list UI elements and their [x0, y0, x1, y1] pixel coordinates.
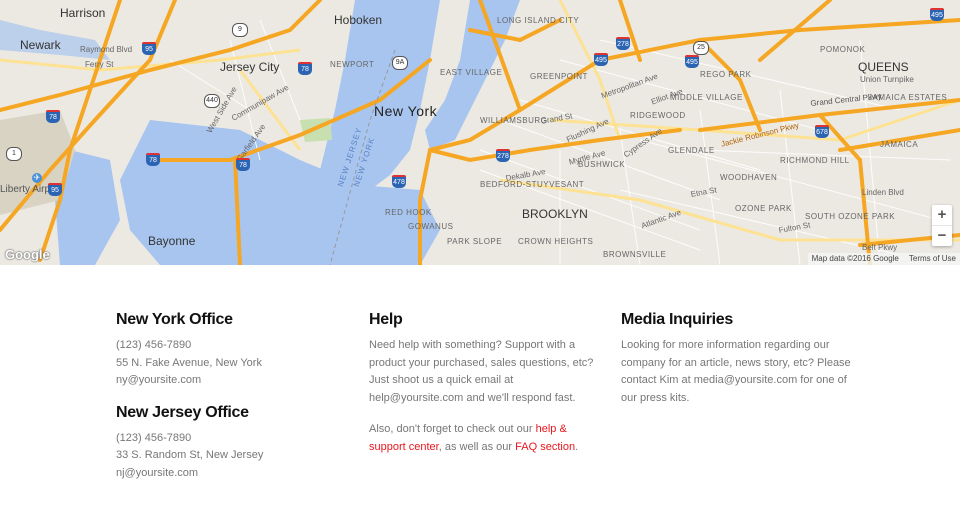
- route-shield: 9A: [392, 56, 408, 70]
- help-extra-end: .: [575, 440, 579, 453]
- map-label: Linden Blvd: [862, 188, 904, 197]
- interstate-shield: 495: [930, 8, 944, 21]
- media-text-line: contact Kim at media@yoursite.com for on…: [621, 374, 847, 386]
- map-label: NEWPORT: [330, 60, 375, 69]
- help-text-line: help@yoursite.com and we'll respond fast…: [369, 391, 576, 404]
- google-logo[interactable]: Google: [5, 247, 50, 262]
- map-label: GREENPOINT: [530, 72, 588, 81]
- media-text-line: company for an article, news story, etc?…: [621, 356, 851, 369]
- map-label: Union Turnpike: [860, 75, 914, 84]
- faq-link[interactable]: FAQ section: [515, 441, 575, 453]
- interstate-shield: 78: [46, 110, 60, 123]
- interstate-shield: 78: [236, 158, 250, 171]
- map-label: RED HOOK: [385, 208, 432, 217]
- map-label: WOODHAVEN: [720, 173, 778, 182]
- map-label: Bayonne: [148, 234, 196, 248]
- nj-office-address: 33 S. Random St, New Jersey: [116, 449, 264, 461]
- map-label: POMONOK: [820, 45, 866, 54]
- interstate-shield: 95: [48, 183, 62, 196]
- interstate-shield: 478: [392, 175, 406, 188]
- help-text-line: Just shoot us a quick email at: [369, 374, 514, 386]
- map-label: Ferry St: [85, 60, 114, 69]
- map[interactable]: Harrison Newark Raymond Blvd Ferry St Ho…: [0, 0, 960, 265]
- route-shield: 9: [232, 23, 248, 37]
- map-label: OZONE PARK: [735, 204, 792, 213]
- map-label: Newark: [20, 38, 61, 52]
- nj-office-phone: (123) 456-7890: [116, 431, 192, 444]
- nj-office-title: New Jersey Office: [116, 403, 249, 421]
- map-label: LONG ISLAND CITY: [497, 16, 580, 25]
- route-shield: 25: [693, 41, 709, 55]
- map-attribution: Map data ©2016 Google Terms of Use: [807, 253, 960, 265]
- map-label: Harrison: [60, 6, 106, 20]
- map-label: CROWN HEIGHTS: [518, 237, 594, 246]
- ny-office-title: New York Office: [116, 311, 233, 328]
- hudson-river: [320, 0, 440, 190]
- map-label: EAST VILLAGE: [440, 68, 503, 77]
- terms-of-use-link[interactable]: Terms of Use: [909, 254, 956, 263]
- map-label: BEDFORD-STUYVESANT: [480, 180, 585, 189]
- interstate-shield: 78: [298, 62, 312, 75]
- media-text-line: our press kits.: [621, 391, 690, 404]
- map-label: BROWNSVILLE: [603, 250, 667, 259]
- zoom-control: + −: [932, 205, 952, 246]
- map-label: GLENDALE: [668, 146, 715, 155]
- help-link-part: help &: [535, 423, 567, 435]
- map-label: RIDGEWOOD: [630, 111, 686, 120]
- route-shield: 440: [204, 94, 220, 108]
- map-data-text: Map data ©2016 Google: [811, 254, 899, 263]
- map-label: New York: [374, 103, 438, 119]
- help-text-line: Need help with something? Support with a: [369, 339, 576, 351]
- media-column: Media Inquiries Looking for more informa…: [621, 311, 861, 407]
- help-extra-middle: , as well as our: [438, 440, 516, 453]
- interstate-shield: 495: [594, 53, 608, 66]
- help-title: Help: [369, 311, 403, 328]
- interstate-shield: 78: [146, 153, 160, 166]
- map-label: JAMAICA: [880, 140, 919, 149]
- map-label: RICHMOND HILL: [780, 156, 850, 165]
- map-label: PARK SLOPE: [447, 237, 503, 246]
- airport-icon: ✈: [32, 173, 42, 183]
- help-column: Help Need help with something? Support w…: [369, 311, 599, 456]
- map-label: WILLIAMSBURG: [480, 116, 548, 125]
- map-label: Belt Pkwy: [862, 243, 898, 252]
- map-label: Raymond Blvd: [80, 45, 133, 54]
- interstate-shield: 278: [616, 37, 630, 50]
- zoom-out-button[interactable]: −: [932, 225, 952, 246]
- interstate-shield: 95: [142, 42, 156, 55]
- route-shield: 1: [6, 147, 22, 161]
- map-label: QUEENS: [858, 60, 909, 74]
- map-label: BROOKLYN: [522, 207, 588, 221]
- offices-column: New York Office (123) 456-7890 55 N. Fak…: [116, 311, 346, 482]
- map-label: Hoboken: [334, 13, 383, 27]
- interstate-shield: 678: [815, 125, 829, 138]
- help-link-part: support center: [369, 440, 439, 453]
- media-title: Media Inquiries: [621, 311, 733, 328]
- interstate-shield: 495: [685, 55, 699, 68]
- map-label: Jersey City: [220, 60, 280, 74]
- map-label: REGO PARK: [700, 70, 752, 79]
- ny-office-address: 55 N. Fake Avenue, New York: [116, 356, 262, 369]
- help-text-line: product your purchased, sales questions,…: [369, 356, 594, 369]
- interstate-shield: 278: [496, 149, 510, 162]
- contact-section: New York Office (123) 456-7890 55 N. Fak…: [0, 265, 960, 519]
- help-extra-prefix: Also, don't forget to check out our: [369, 423, 536, 435]
- media-text-line: Looking for more information regarding o…: [621, 339, 830, 351]
- help-extra-text: Also, don't forget to check out our help…: [369, 421, 599, 456]
- ny-office-phone: (123) 456-7890: [116, 339, 192, 351]
- nj-office-email: nj@yoursite.com: [116, 466, 199, 479]
- map-label: SOUTH OZONE PARK: [805, 212, 896, 221]
- zoom-in-button[interactable]: +: [932, 205, 952, 225]
- map-label: GOWANUS: [408, 222, 454, 231]
- ny-office-email: ny@yoursite.com: [116, 374, 202, 386]
